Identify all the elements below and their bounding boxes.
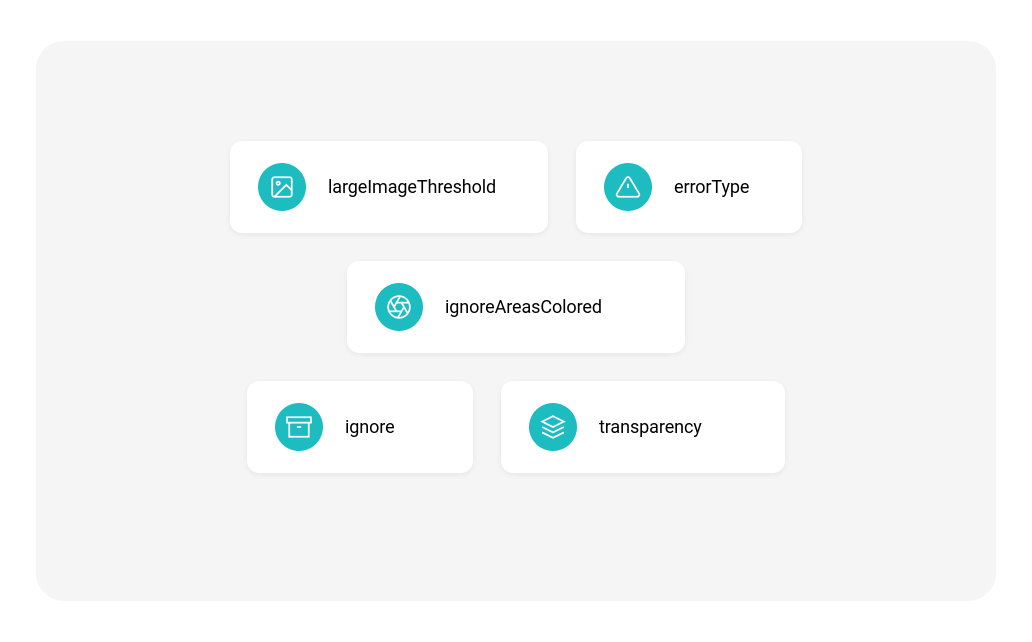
layers-icon bbox=[529, 403, 577, 451]
card-label: transparency bbox=[599, 417, 702, 438]
archive-icon bbox=[275, 403, 323, 451]
card-label: ignore bbox=[345, 417, 395, 438]
row-1: largeImageThreshold errorType bbox=[76, 141, 956, 233]
card-label: largeImageThreshold bbox=[328, 177, 496, 198]
card-label: ignoreAreasColored bbox=[445, 297, 602, 318]
row-2: ignoreAreasColored bbox=[76, 261, 956, 353]
image-icon bbox=[258, 163, 306, 211]
card-transparency: transparency bbox=[501, 381, 785, 473]
card-label: errorType bbox=[674, 177, 749, 198]
card-error-type: errorType bbox=[576, 141, 802, 233]
card-ignore-areas-colored: ignoreAreasColored bbox=[347, 261, 685, 353]
aperture-icon bbox=[375, 283, 423, 331]
card-large-image-threshold: largeImageThreshold bbox=[230, 141, 548, 233]
card-grid: largeImageThreshold errorType ignoreArea… bbox=[36, 41, 996, 601]
row-3: ignore transparency bbox=[76, 381, 956, 473]
alert-triangle-icon bbox=[604, 163, 652, 211]
card-ignore: ignore bbox=[247, 381, 473, 473]
